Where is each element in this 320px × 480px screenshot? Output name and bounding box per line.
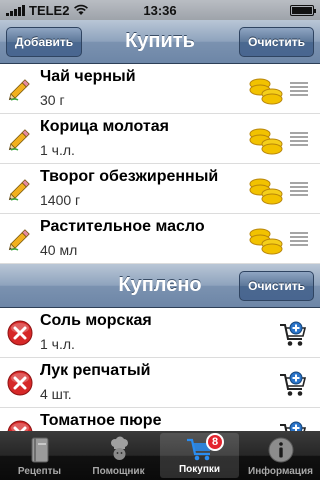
item-qty: 1 ч.л. <box>40 142 75 158</box>
item-name: Корица молотая <box>40 118 169 135</box>
clear-bought-button[interactable]: Очистить <box>239 271 314 301</box>
buy-item[interactable]: Творог обезжиренный 1400 г <box>0 164 320 214</box>
carrier-label: TELE2 <box>29 2 70 18</box>
remove-icon[interactable] <box>6 369 34 397</box>
cart-badge: 8 <box>206 433 224 451</box>
item-name: Соль морская <box>40 312 152 329</box>
buy-item[interactable]: Чай черный 30 г <box>0 64 320 114</box>
item-name: Чай черный <box>40 68 136 85</box>
chef-icon <box>110 436 128 460</box>
pencil-icon[interactable] <box>6 125 34 153</box>
clear-buy-button[interactable]: Очистить <box>239 27 314 57</box>
tab-label: Информация <box>248 466 313 477</box>
item-name: Томатное пюре <box>40 412 162 429</box>
item-qty: 1 ч.л. <box>40 336 75 352</box>
tab-bar: Рецепты Помощник 8 Покупки Информация <box>0 431 320 480</box>
pencil-icon[interactable] <box>6 175 34 203</box>
buy-title: Купить <box>125 30 195 52</box>
reorder-handle-icon[interactable] <box>290 132 308 146</box>
pencil-icon[interactable] <box>6 75 34 103</box>
add-button[interactable]: Добавить <box>6 27 83 57</box>
tab-info[interactable]: Информация <box>241 431 320 480</box>
reorder-handle-icon[interactable] <box>290 232 308 246</box>
item-name: Лук репчатый <box>40 362 151 379</box>
coins-icon[interactable] <box>248 174 284 206</box>
book-icon <box>31 437 48 463</box>
remove-icon[interactable] <box>6 319 34 347</box>
signal-icon <box>6 4 25 16</box>
bought-header: Куплено Очистить <box>0 264 320 308</box>
pencil-icon[interactable] <box>6 225 34 253</box>
bought-title: Куплено <box>118 274 202 296</box>
tab-label: Помощник <box>92 466 145 477</box>
bought-item[interactable]: Лук репчатый 4 шт. <box>0 358 320 408</box>
tab-shopping[interactable]: 8 Покупки <box>160 433 239 478</box>
bought-item[interactable]: Соль морская 1 ч.л. <box>0 308 320 358</box>
item-qty: 1400 г <box>40 192 81 208</box>
item-qty: 4 шт. <box>40 386 72 402</box>
item-qty: 40 мл <box>40 242 78 258</box>
add-to-cart-icon[interactable] <box>278 370 308 398</box>
coins-icon[interactable] <box>248 224 284 256</box>
buy-header: Добавить Купить Очистить <box>0 20 320 64</box>
status-bar: TELE2 13:36 <box>0 0 320 20</box>
tab-label: Покупки <box>178 464 221 475</box>
status-right <box>204 4 316 16</box>
buy-list: Чай черный 30 г Корица молотая 1 ч.л. Тв… <box>0 64 320 264</box>
status-time: 13:36 <box>143 2 177 18</box>
reorder-handle-icon[interactable] <box>290 82 308 96</box>
buy-item[interactable]: Растительное масло 40 мл <box>0 214 320 264</box>
item-name: Растительное масло <box>40 218 205 235</box>
battery-icon <box>290 4 316 16</box>
tab-assistant[interactable]: Помощник <box>79 431 158 480</box>
coins-icon[interactable] <box>248 74 284 106</box>
wifi-icon <box>74 4 89 15</box>
coins-icon[interactable] <box>248 124 284 156</box>
reorder-handle-icon[interactable] <box>290 182 308 196</box>
tab-label: Рецепты <box>17 466 62 477</box>
status-left: TELE2 <box>6 3 116 18</box>
item-name: Творог обезжиренный <box>40 168 219 185</box>
info-icon <box>268 437 293 463</box>
add-to-cart-icon[interactable] <box>278 320 308 348</box>
tab-recipes[interactable]: Рецепты <box>0 431 79 480</box>
item-qty: 30 г <box>40 92 65 108</box>
buy-item[interactable]: Корица молотая 1 ч.л. <box>0 114 320 164</box>
